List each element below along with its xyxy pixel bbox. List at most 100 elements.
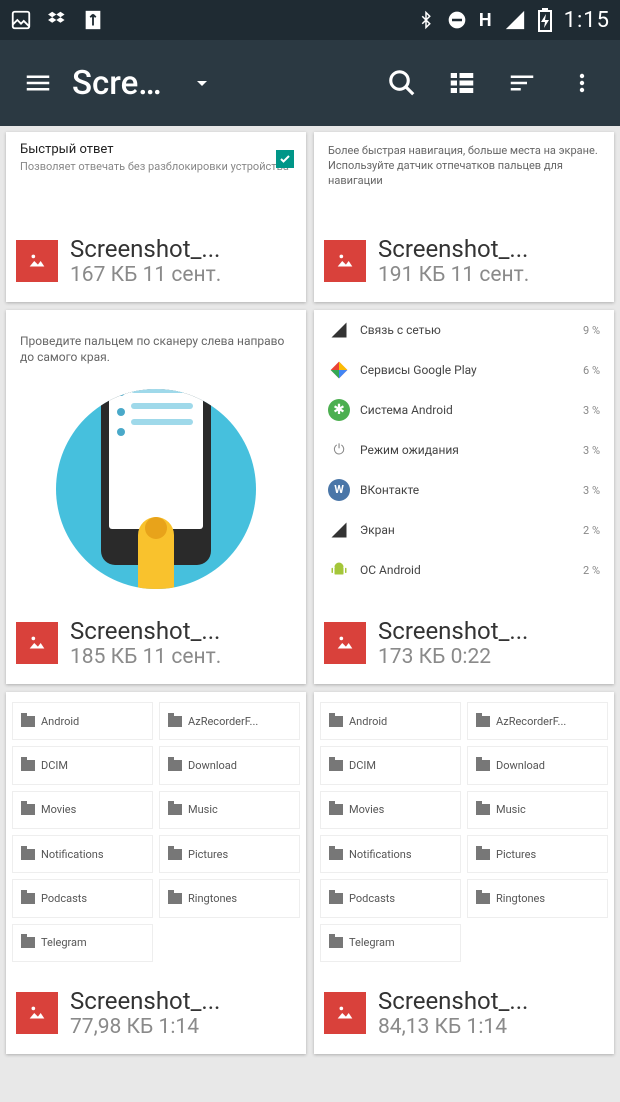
folder-icon [329, 849, 343, 860]
folder: Telegram [12, 924, 153, 962]
folder-label: Download [188, 759, 237, 772]
folder-label: AzRecorderF... [188, 715, 258, 728]
folder-icon [476, 849, 490, 860]
thumbnail: Быстрый ответ Позволяет отвечать без раз… [6, 132, 306, 220]
folder-icon [21, 937, 35, 948]
usage-row: ⏻Режим ожидания3 % [314, 430, 614, 470]
folder-icon [329, 716, 343, 727]
usage-row: ОС Android2 % [314, 550, 614, 590]
check-icon [276, 150, 294, 168]
folder-label: Notifications [41, 848, 104, 861]
folder: Ringtones [467, 879, 608, 917]
dropbox-icon [46, 9, 68, 31]
folder-label: Ringtones [496, 892, 545, 905]
usage-row: Связь с сетью9 % [314, 310, 614, 350]
usage-pct: 6 % [583, 364, 600, 377]
folder-label: Android [41, 715, 79, 728]
folder: DCIM [12, 746, 153, 784]
folder-label: Pictures [496, 848, 536, 861]
app-bar: Scre… [0, 40, 620, 126]
folder-icon [21, 760, 35, 771]
search-button[interactable] [372, 53, 432, 113]
folder: Notifications [320, 835, 461, 873]
file-card[interactable]: AndroidAzRecorderF...DCIMDownloadMoviesM… [314, 692, 614, 1054]
image-icon [324, 992, 366, 1034]
usb-icon [82, 9, 104, 31]
sort-button[interactable] [492, 53, 552, 113]
folder: Pictures [467, 835, 608, 873]
file-card[interactable]: Проведите пальцем по сканеру слева напра… [6, 310, 306, 684]
usage-label: Экран [360, 523, 573, 537]
usage-label: Сервисы Google Play [360, 363, 573, 377]
view-button[interactable] [432, 53, 492, 113]
thumb-text: Более быстрая навигация, больше места на… [328, 144, 600, 189]
folder-label: Movies [41, 803, 76, 816]
thumbnail: Android AzRecorderF... DCIM Download Movies M… [6, 692, 306, 972]
file-name: Screenshot_... [70, 987, 220, 1015]
file-meta: 185 КБ 11 сент. [70, 645, 221, 669]
usage-pct: 3 % [583, 484, 600, 497]
folder-icon [476, 716, 490, 727]
thumb-text: Проведите пальцем по сканеру слева напра… [20, 334, 292, 365]
file-name: Screenshot_... [378, 235, 529, 263]
usage-pct: 2 % [583, 524, 600, 537]
thumbnail: AndroidAzRecorderF...DCIMDownloadMoviesM… [314, 692, 614, 972]
page-title: Scre… [72, 64, 162, 103]
usage-row: WВКонтакте3 % [314, 470, 614, 510]
folder-label: Music [496, 803, 526, 816]
folder-label: AzRecorderF... [496, 715, 566, 728]
file-meta: 173 КБ 0:22 [378, 645, 528, 669]
folder: Android [320, 702, 461, 740]
usage-pct: 3 % [583, 444, 600, 457]
app-icon: ✱ [328, 399, 350, 421]
folder-label: Telegram [349, 936, 395, 949]
file-meta: 84,13 КБ 1:14 [378, 1015, 528, 1039]
image-icon [16, 240, 58, 282]
folder: Podcasts [320, 879, 461, 917]
folder-icon [476, 804, 490, 815]
bluetooth-icon [417, 9, 435, 31]
folder-icon [329, 760, 343, 771]
folder-icon [168, 716, 182, 727]
scanner-illustration [20, 389, 292, 589]
folder: Music [159, 791, 300, 829]
folder: Podcasts [12, 879, 153, 917]
thumbnail: Проведите пальцем по сканеру слева напра… [6, 310, 306, 602]
file-card[interactable]: Более быстрая навигация, больше места на… [314, 132, 614, 302]
signal-icon [504, 9, 526, 31]
folder-icon [168, 849, 182, 860]
usage-label: ВКонтакте [360, 483, 573, 497]
folder: Movies [12, 791, 153, 829]
folder-icon [168, 760, 182, 771]
thumbnail: Связь с сетью9 % Сервисы Google Play 6 % ✱ С… [314, 310, 614, 602]
file-card[interactable]: Быстрый ответ Позволяет отвечать без раз… [6, 132, 306, 302]
dropdown-button[interactable] [172, 53, 232, 113]
usage-pct: 3 % [583, 404, 600, 417]
usage-row: Сервисы Google Play 6 % [314, 350, 614, 390]
app-icon [328, 519, 350, 541]
app-icon [328, 359, 350, 381]
folder: Download [467, 746, 608, 784]
overflow-button[interactable] [552, 53, 612, 113]
folder-label: DCIM [41, 759, 68, 772]
folder-label: Download [496, 759, 545, 772]
folder-icon [329, 893, 343, 904]
file-meta: 167 КБ 11 сент. [70, 263, 221, 287]
menu-button[interactable] [8, 53, 68, 113]
app-icon: ⏻ [328, 439, 350, 461]
image-icon [324, 622, 366, 664]
folder-label: Ringtones [188, 892, 237, 905]
app-icon [328, 319, 350, 341]
file-card[interactable]: Android AzRecorderF... DCIM Download Movies M… [6, 692, 306, 1054]
folder-icon [21, 893, 35, 904]
folder-label: Telegram [41, 936, 87, 949]
folder-label: Pictures [188, 848, 228, 861]
usage-label: ОС Android [360, 563, 573, 577]
folder-icon [168, 893, 182, 904]
file-grid: Быстрый ответ Позволяет отвечать без раз… [0, 126, 620, 1060]
image-icon [16, 992, 58, 1034]
folder: Pictures [159, 835, 300, 873]
folder: Movies [320, 791, 461, 829]
file-meta: 77,98 КБ 1:14 [70, 1015, 220, 1039]
file-card[interactable]: Связь с сетью9 % Сервисы Google Play 6 % ✱ С… [314, 310, 614, 684]
